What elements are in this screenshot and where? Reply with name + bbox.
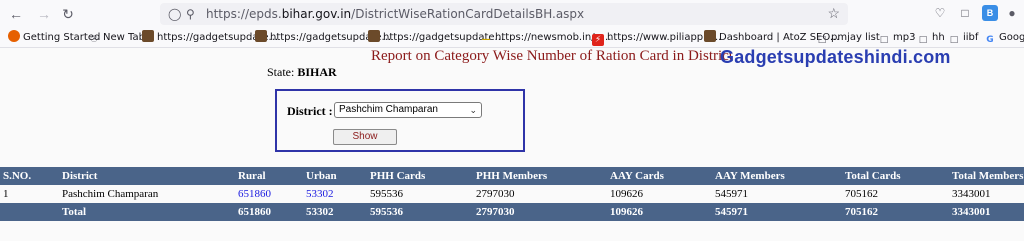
lightning-icon: ⚡ bbox=[592, 34, 604, 46]
folder-icon: □ bbox=[817, 35, 827, 45]
cell-district: Pashchim Champaran bbox=[62, 188, 159, 200]
cell-urban-link[interactable]: 53302 bbox=[306, 188, 334, 200]
header-total-cards: Total Cards bbox=[845, 170, 901, 182]
folder-icon: □ bbox=[949, 35, 959, 45]
cell-phh-members: 2797030 bbox=[476, 188, 515, 200]
state-value: BIHAR bbox=[297, 65, 337, 79]
site-icon bbox=[704, 30, 716, 42]
total-label: Total bbox=[62, 206, 87, 218]
total-phh-members: 2797030 bbox=[476, 206, 515, 218]
bookmark-item[interactable]: □ iibf bbox=[948, 30, 979, 46]
bookmark-item[interactable]: □ hh bbox=[917, 30, 945, 46]
table-total-row: Total 651860 53302 595536 2797030 109626… bbox=[0, 203, 1024, 221]
state-label: State: bbox=[267, 65, 295, 79]
cell-phh-cards: 595536 bbox=[370, 188, 403, 200]
header-rural: Rural bbox=[238, 170, 266, 182]
site-icon bbox=[368, 30, 380, 42]
header-aay-members: AAY Members bbox=[715, 170, 785, 182]
header-phh-cards: PHH Cards bbox=[370, 170, 426, 182]
bookmarks-bar: Getting Started ☉ New Tab https://gadgets… bbox=[0, 28, 1024, 48]
account-icon[interactable]: ● bbox=[1004, 5, 1020, 21]
total-aay-members: 545971 bbox=[715, 206, 748, 218]
firefox-icon bbox=[8, 30, 20, 42]
watermark-text: Gadgetsupdateshindi.com bbox=[720, 47, 951, 67]
cell-total-members: 3343001 bbox=[952, 188, 991, 200]
reader-icon[interactable]: □ bbox=[957, 5, 973, 21]
bookmark-item[interactable]: Getting Started bbox=[8, 30, 100, 46]
shield-icon[interactable]: ◯ bbox=[168, 6, 181, 22]
chevron-down-icon: ⌄ bbox=[469, 105, 477, 115]
pocket-icon[interactable]: ♡ bbox=[932, 5, 948, 21]
header-aay-cards: AAY Cards bbox=[610, 170, 664, 182]
back-icon[interactable]: ← bbox=[6, 4, 26, 24]
cell-total-cards: 705162 bbox=[845, 188, 878, 200]
show-button[interactable]: Show bbox=[333, 129, 397, 145]
header-phh-members: PHH Members bbox=[476, 170, 548, 182]
folder-icon: □ bbox=[879, 35, 889, 45]
bookmark-item[interactable]: □ pmjay list bbox=[816, 30, 880, 46]
table-header-row: S.NO. District Rural Urban PHH Cards PHH… bbox=[0, 167, 1024, 185]
table-row: 1 Pashchim Champaran 651860 53302 595536… bbox=[0, 185, 1024, 203]
bookmark-item[interactable]: ⚡ https://www.piliapp.c... bbox=[592, 30, 721, 46]
cell-aay-members: 545971 bbox=[715, 188, 748, 200]
folder-icon: □ bbox=[918, 35, 928, 45]
district-filter-panel: District : Pashchim Champaran ⌄ Show bbox=[275, 89, 525, 152]
header-urban: Urban bbox=[306, 170, 337, 182]
total-phh-cards: 595536 bbox=[370, 206, 403, 218]
total-total-cards: 705162 bbox=[845, 206, 878, 218]
address-bar[interactable]: ◯ ⚲ https://epds.bihar.gov.in/DistrictWi… bbox=[160, 3, 848, 25]
site-icon bbox=[255, 30, 267, 42]
cell-aay-cards: 109626 bbox=[610, 188, 643, 200]
header-sno: S.NO. bbox=[3, 170, 32, 182]
cell-rural-link[interactable]: 651860 bbox=[238, 188, 271, 200]
district-label: District : bbox=[287, 104, 333, 118]
state-line: State: BIHAR bbox=[267, 65, 337, 80]
total-total-members: 3343001 bbox=[952, 206, 991, 218]
district-select[interactable]: Pashchim Champaran ⌄ bbox=[334, 102, 482, 118]
extension-icon[interactable]: B bbox=[982, 5, 998, 21]
reload-icon[interactable]: ↻ bbox=[58, 4, 78, 24]
forward-icon[interactable]: → bbox=[34, 4, 54, 24]
dash-icon: — bbox=[481, 35, 491, 45]
bookmark-item[interactable]: ☉ New Tab bbox=[88, 30, 145, 46]
total-aay-cards: 109626 bbox=[610, 206, 643, 218]
district-selected-value: Pashchim Champaran bbox=[339, 104, 438, 115]
bookmark-star-icon[interactable]: ☆ bbox=[827, 5, 840, 22]
bookmark-item[interactable]: □ mp3 bbox=[878, 30, 916, 46]
bookmark-item[interactable]: GGoogle bbox=[984, 30, 1024, 46]
site-icon bbox=[142, 30, 154, 42]
page-content: Report on Category Wise Number of Ration… bbox=[0, 47, 1024, 241]
cell-sno: 1 bbox=[3, 188, 9, 200]
total-rural: 651860 bbox=[238, 206, 271, 218]
browser-toolbar: ← → ↻ ◯ ⚲ https://epds.bihar.gov.in/Dist… bbox=[0, 0, 1024, 28]
lock-icon[interactable]: ⚲ bbox=[186, 6, 195, 22]
header-district: District bbox=[62, 170, 98, 182]
google-icon: G bbox=[986, 35, 994, 45]
url-text[interactable]: https://epds.bihar.gov.in/DistrictWiseRa… bbox=[206, 7, 584, 21]
report-title: Report on Category Wise Number of Ration… bbox=[371, 48, 733, 64]
globe-icon: ☉ bbox=[89, 35, 99, 45]
total-urban: 53302 bbox=[306, 206, 334, 218]
header-total-members: Total Members bbox=[952, 170, 1024, 182]
